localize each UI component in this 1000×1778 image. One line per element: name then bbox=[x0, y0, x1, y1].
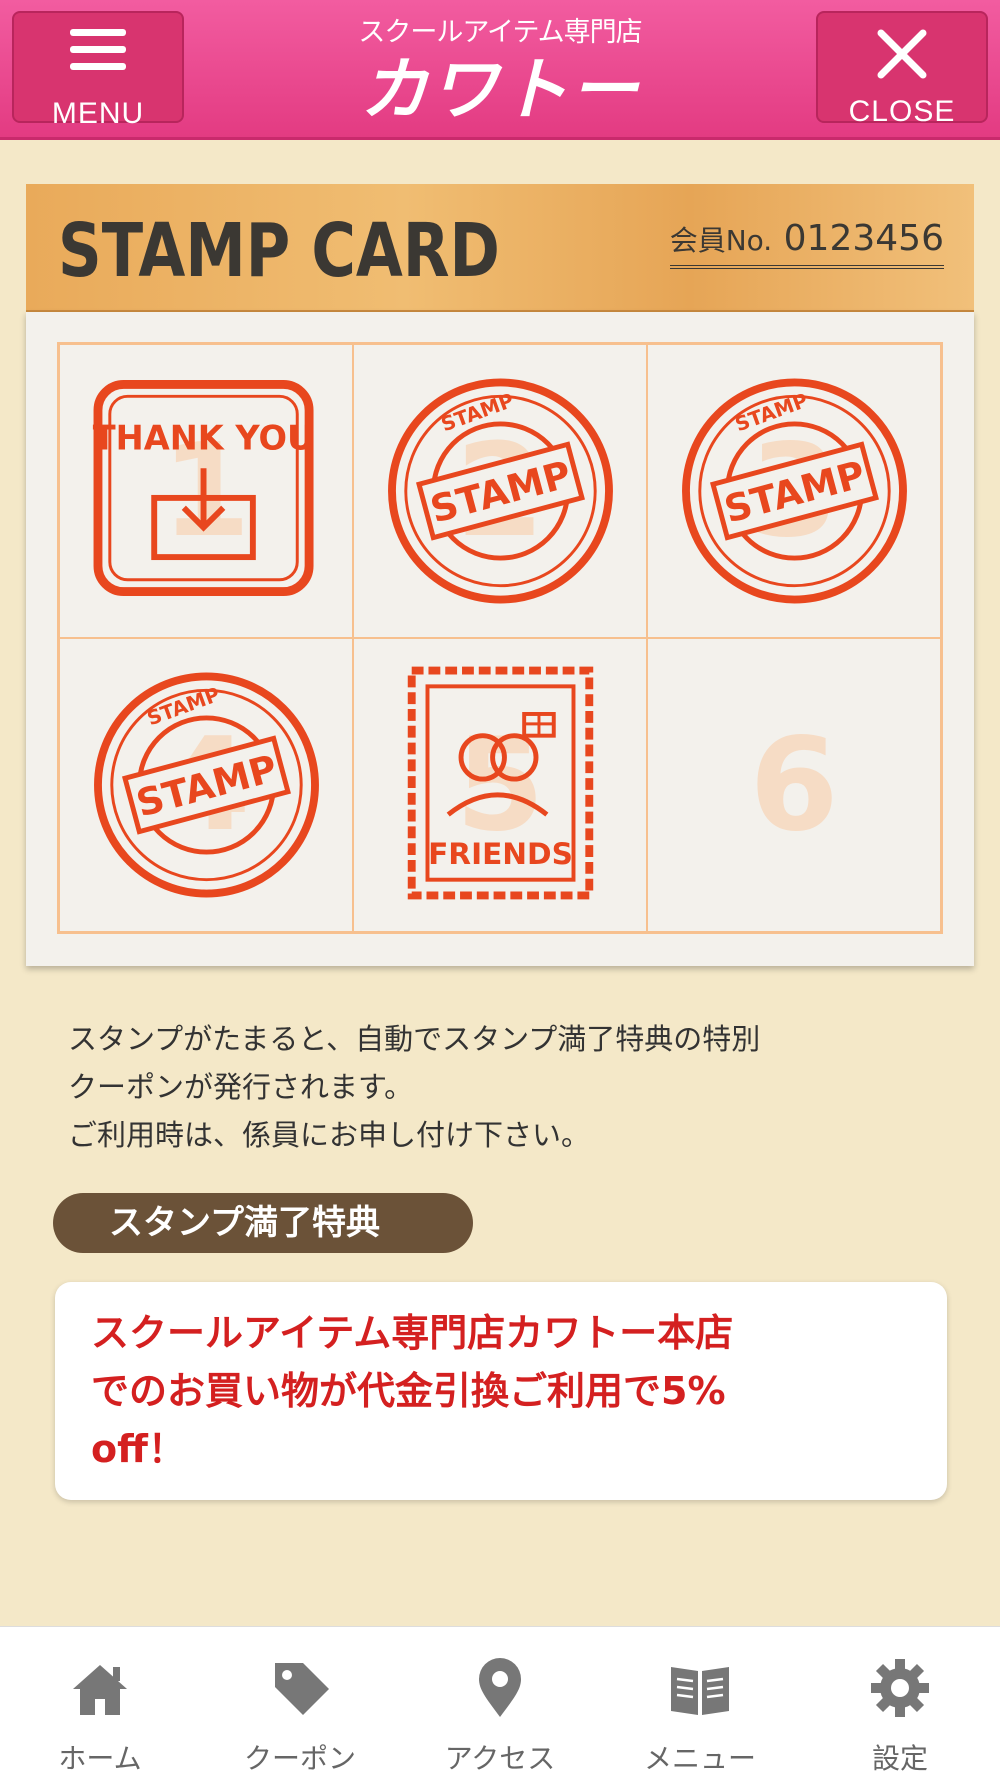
stamp-text: FRIENDS bbox=[428, 837, 573, 871]
reward-line: off！ bbox=[91, 1427, 186, 1471]
tab-menu[interactable]: メニュー bbox=[600, 1627, 800, 1778]
close-icon bbox=[818, 27, 986, 95]
reward-line: スクールアイテム専門店カワトー本店 bbox=[91, 1311, 734, 1355]
stamp-cell-number: 6 bbox=[749, 710, 839, 860]
tab-label: メニュー bbox=[643, 1742, 756, 1775]
tab-label: アクセス bbox=[444, 1742, 556, 1775]
stamp-card-header: STAMP CARD 会員No. 0123456 bbox=[26, 184, 974, 312]
gear-icon bbox=[871, 1659, 929, 1717]
menu-button[interactable]: MENU bbox=[12, 11, 184, 130]
stamp-card-title: STAMP CARD bbox=[58, 208, 500, 294]
round-stamp-icon: STAMP STAMP bbox=[682, 378, 907, 604]
book-icon bbox=[671, 1667, 729, 1715]
member-number: 会員No. 0123456 bbox=[669, 218, 944, 269]
brand-subtitle: スクールアイテム専門店 bbox=[358, 17, 642, 48]
member-number-value: 0123456 bbox=[783, 218, 944, 259]
menu-label: MENU bbox=[51, 97, 145, 130]
info-line: クーポンが発行されます。 bbox=[68, 1070, 414, 1104]
stamp-info-text: スタンプがたまると、自動でスタンプ満了特典の特別 クーポンが発行されます。 ご利… bbox=[68, 1015, 948, 1159]
hamburger-icon bbox=[14, 29, 182, 97]
close-label: CLOSE bbox=[848, 95, 956, 128]
tab-label: クーポン bbox=[243, 1742, 356, 1775]
reward-box: スクールアイテム専門店カワトー本店 でのお買い物が代金引換ご利用で5% off！ bbox=[55, 1282, 947, 1500]
tag-icon bbox=[275, 1663, 329, 1715]
tab-home[interactable]: ホーム bbox=[0, 1627, 200, 1778]
tab-settings[interactable]: 設定 bbox=[800, 1627, 1000, 1778]
home-icon bbox=[73, 1665, 127, 1715]
tab-label: ホーム bbox=[58, 1742, 142, 1775]
close-button[interactable]: CLOSE bbox=[816, 11, 988, 128]
tab-access[interactable]: アクセス bbox=[400, 1627, 600, 1778]
stamp-grid: 1 THANK YOU 2 STAMP STAMP bbox=[57, 342, 943, 934]
app-header: MENU スクールアイテム専門店 カワトー CLOSE bbox=[0, 0, 1000, 140]
stamp-cell-1: 1 THANK YOU bbox=[59, 344, 353, 638]
thank-you-stamp-icon: THANK YOU bbox=[93, 380, 314, 597]
brand-logo: スクールアイテム専門店 カワトー bbox=[290, 10, 710, 133]
tab-label: 設定 bbox=[871, 1742, 928, 1775]
map-pin-icon bbox=[479, 1658, 521, 1717]
info-line: スタンプがたまると、自動でスタンプ満了特典の特別 bbox=[68, 1022, 761, 1056]
friends-stamp-icon: FRIENDS bbox=[407, 666, 594, 900]
stamp-cell-6: 6 bbox=[647, 638, 941, 932]
tab-coupon[interactable]: クーポン bbox=[200, 1627, 400, 1778]
reward-line: でのお買い物が代金引換ご利用で5% bbox=[91, 1369, 726, 1413]
round-stamp-icon: STAMP STAMP bbox=[388, 378, 613, 604]
brand-name: カワトー bbox=[359, 51, 640, 130]
reward-heading: スタンプ満了特典 bbox=[53, 1193, 473, 1253]
stamp-cell-2: 2 STAMP STAMP bbox=[353, 344, 647, 638]
member-label: 会員No. bbox=[669, 224, 773, 257]
bottom-tab-bar: ホーム クーポン アクセス メニュー 設定 bbox=[0, 1626, 1000, 1778]
info-line: ご利用時は、係員にお申し付け下さい。 bbox=[68, 1118, 591, 1152]
stamp-cell-4: 4 STAMP STAMP bbox=[59, 638, 353, 932]
stamp-cell-3: 3 STAMP STAMP bbox=[647, 344, 941, 638]
stamp-text: THANK YOU bbox=[93, 419, 314, 458]
round-stamp-icon: STAMP STAMP bbox=[94, 672, 319, 898]
stamp-card: 1 THANK YOU 2 STAMP STAMP bbox=[26, 312, 974, 966]
stamp-cell-5: 5 FRIENDS bbox=[353, 638, 647, 932]
